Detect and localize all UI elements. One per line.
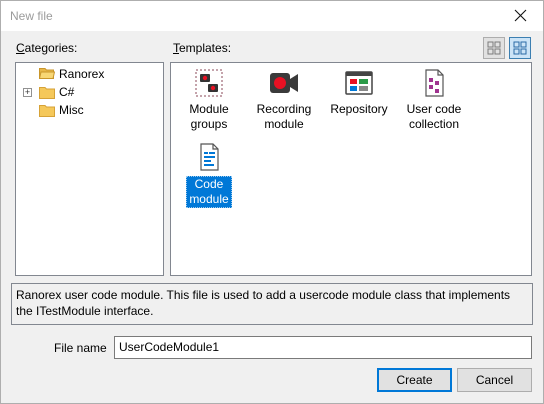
- tree-item-label: Ranorex: [59, 67, 105, 81]
- categories-tree[interactable]: Ranorex + C# Misc: [15, 62, 164, 276]
- tree-item-label: C#: [59, 85, 75, 99]
- window-title: New file: [10, 9, 53, 23]
- template-description: Ranorex user code module. This file is u…: [11, 283, 533, 325]
- cancel-button[interactable]: Cancel: [457, 368, 532, 392]
- template-label-line2: module: [264, 117, 304, 131]
- templates-label: Templates:: [173, 41, 232, 55]
- new-file-dialog: New file Categories: Templates: Ranorex …: [0, 0, 544, 404]
- folder-icon: [39, 105, 55, 117]
- template-label-line2: groups: [190, 117, 228, 131]
- template-user-code-collection[interactable]: User code collection: [398, 67, 470, 132]
- create-button[interactable]: Create: [377, 368, 452, 392]
- code-module-icon: [193, 141, 225, 173]
- small-icons-view-button[interactable]: [509, 37, 531, 59]
- categories-label: Categories:: [16, 41, 78, 55]
- user-code-collection-icon: [418, 67, 450, 99]
- template-repository[interactable]: Repository: [323, 67, 395, 117]
- close-button[interactable]: [499, 1, 543, 31]
- template-label-line1: Module: [189, 102, 229, 116]
- tree-item-label: Misc: [59, 103, 84, 117]
- template-module-groups[interactable]: Module groups: [173, 67, 245, 132]
- template-recording-module[interactable]: Recording module: [248, 67, 320, 132]
- repository-icon: [343, 67, 375, 99]
- recording-module-icon: [268, 67, 300, 99]
- file-name-input[interactable]: UserCodeModule1: [114, 336, 532, 359]
- templates-list[interactable]: Module groups Recording module Repositor…: [170, 62, 532, 276]
- expand-icon[interactable]: +: [23, 88, 32, 97]
- template-label-line2: collection: [408, 117, 459, 131]
- large-icons-icon: [487, 41, 501, 55]
- folder-icon: [39, 87, 55, 99]
- title-bar: New file: [1, 1, 543, 31]
- open-folder-icon: [39, 68, 55, 79]
- large-icons-view-button[interactable]: [483, 37, 505, 59]
- file-name-label: File name: [54, 341, 107, 355]
- template-label-line2: module: [189, 192, 229, 206]
- template-label-line1: User code: [406, 102, 462, 116]
- template-code-module[interactable]: Code module: [173, 141, 245, 208]
- template-label-line1: Code: [194, 177, 224, 191]
- close-icon: [514, 9, 527, 22]
- template-label-line1: Recording: [256, 102, 312, 116]
- module-group-icon: [193, 67, 225, 99]
- template-label-line1: Repository: [330, 102, 388, 116]
- small-icons-icon: [513, 41, 527, 55]
